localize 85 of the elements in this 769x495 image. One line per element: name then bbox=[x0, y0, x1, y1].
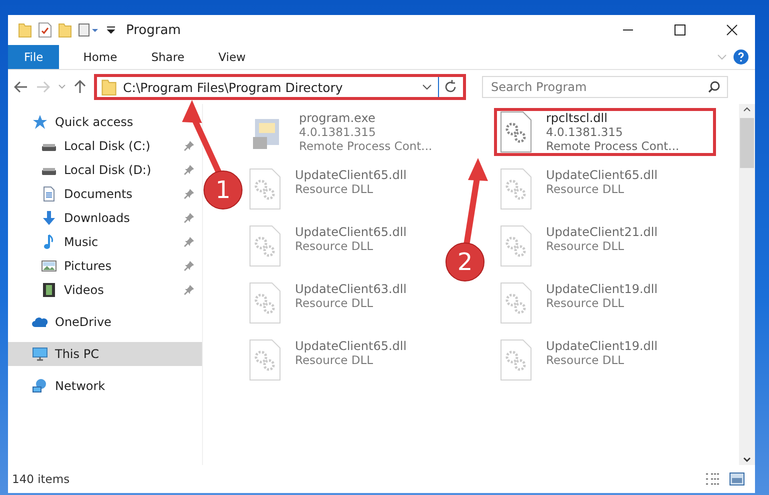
dropdown-caret-icon[interactable] bbox=[422, 83, 432, 91]
item-count: 140 items bbox=[12, 472, 71, 486]
scroll-thumb[interactable] bbox=[740, 118, 754, 168]
folder-icon bbox=[101, 78, 117, 96]
ribbon-tab[interactable]: Share bbox=[137, 45, 198, 69]
sidebar-item[interactable]: Network bbox=[8, 374, 202, 398]
file-name: UpdateClient19.dll bbox=[546, 339, 658, 353]
settings-file-icon bbox=[249, 339, 281, 381]
sidebar-item[interactable]: Pictures bbox=[8, 254, 202, 278]
close-icon bbox=[726, 24, 738, 36]
folder-icon bbox=[58, 22, 72, 38]
file-name: UpdateClient65.dll bbox=[295, 339, 407, 353]
file-name: UpdateClient19.dll bbox=[546, 282, 658, 296]
file-detail: Resource DLL bbox=[546, 239, 626, 253]
search-icon bbox=[708, 81, 720, 93]
network-icon bbox=[32, 378, 48, 394]
document-icon bbox=[41, 186, 57, 202]
file-detail: 4.0.1381.315 bbox=[546, 125, 624, 139]
settings-file-icon bbox=[249, 282, 281, 324]
pin-icon bbox=[184, 261, 194, 271]
file-detail: Resource DLL bbox=[546, 353, 626, 367]
ribbon-tab[interactable]: Home bbox=[69, 45, 132, 69]
pin-icon bbox=[184, 141, 194, 151]
sidebar-item[interactable]: This PC bbox=[8, 342, 202, 366]
file-item[interactable]: UpdateClient21.dll Resource DLL bbox=[494, 222, 664, 270]
file-name: UpdateClient21.dll bbox=[546, 225, 658, 239]
view-options-icon[interactable] bbox=[78, 23, 100, 37]
pin-icon bbox=[184, 165, 194, 175]
file-item[interactable]: UpdateClient19.dll Resource DLL bbox=[494, 336, 664, 384]
ribbon-tab[interactable]: File bbox=[8, 45, 60, 69]
sidebar-item[interactable]: OneDrive bbox=[8, 310, 202, 334]
address-path: C:\Program Files\Program Directory bbox=[123, 80, 344, 94]
file-detail: Resource DLL bbox=[295, 353, 374, 367]
window-title: Program bbox=[126, 22, 182, 38]
properties-icon[interactable] bbox=[38, 22, 52, 38]
settings-file-icon bbox=[500, 111, 532, 153]
monitor-icon bbox=[32, 346, 48, 362]
folder-icon bbox=[18, 22, 32, 38]
file-name: UpdateClient63.dll bbox=[295, 282, 407, 296]
file-detail: Resource DLL bbox=[295, 296, 374, 310]
star-icon bbox=[32, 114, 48, 130]
file-name: UpdateClient65.dll bbox=[295, 168, 407, 182]
download-arrow-icon bbox=[41, 210, 57, 226]
file-detail: Remote Process Cont... bbox=[299, 139, 432, 153]
details-view-icon[interactable] bbox=[705, 472, 721, 486]
pictures-icon bbox=[41, 258, 57, 274]
file-item[interactable]: UpdateClient63.dll Resource DLL bbox=[243, 279, 413, 327]
file-detail: Resource DLL bbox=[546, 296, 626, 310]
film-icon bbox=[41, 282, 57, 298]
pin-icon bbox=[184, 237, 194, 247]
sidebar-item[interactable]: Videos bbox=[8, 278, 202, 302]
address-bar[interactable]: C:\Program Files\Program Directory bbox=[94, 74, 466, 100]
settings-file-icon bbox=[500, 339, 532, 381]
large-icons-view-icon[interactable] bbox=[729, 472, 745, 486]
file-item[interactable]: UpdateClient65.dll Resource DLL bbox=[243, 336, 413, 384]
file-item[interactable]: UpdateClient19.dll Resource DLL bbox=[494, 279, 664, 327]
pin-icon bbox=[184, 285, 194, 295]
file-name: UpdateClient65.dll bbox=[546, 168, 658, 182]
file-item[interactable]: UpdateClient65.dll Resource DLL bbox=[243, 222, 413, 270]
file-name: UpdateClient65.dll bbox=[295, 225, 407, 239]
settings-file-icon bbox=[500, 282, 532, 324]
ribbon-tab[interactable]: View bbox=[204, 45, 260, 69]
pin-icon bbox=[184, 213, 194, 223]
file-detail: 4.0.1381.315 bbox=[299, 125, 377, 139]
back-button[interactable] bbox=[14, 81, 28, 93]
settings-file-icon bbox=[249, 225, 281, 267]
file-item[interactable]: program.exe 4.0.1381.315 Remote Process Cont... bbox=[243, 108, 438, 156]
customize-toolbar-icon[interactable] bbox=[106, 25, 116, 35]
maximize-icon bbox=[674, 24, 686, 36]
settings-file-icon bbox=[249, 168, 281, 210]
file-name: program.exe bbox=[299, 111, 376, 125]
up-button[interactable] bbox=[74, 80, 86, 94]
file-item[interactable]: UpdateClient65.dll Resource DLL bbox=[494, 165, 664, 213]
file-detail: Resource DLL bbox=[295, 239, 374, 253]
file-detail: Resource DLL bbox=[546, 182, 626, 196]
search-field[interactable]: Search Program bbox=[482, 76, 728, 98]
settings-file-icon bbox=[500, 225, 532, 267]
pin-icon bbox=[184, 189, 194, 199]
file-item[interactable]: UpdateClient65.dll Resource DLL bbox=[243, 165, 413, 213]
file-detail: Resource DLL bbox=[295, 182, 374, 196]
sidebar-item[interactable]: Music bbox=[8, 230, 202, 254]
file-detail: Remote Process Cont... bbox=[546, 139, 680, 153]
file-item[interactable]: rpcltscl.dll 4.0.1381.315 Remote Process Cont... bbox=[494, 108, 716, 156]
file-name: rpcltscl.dll bbox=[546, 111, 608, 125]
settings-file-icon bbox=[500, 168, 532, 210]
